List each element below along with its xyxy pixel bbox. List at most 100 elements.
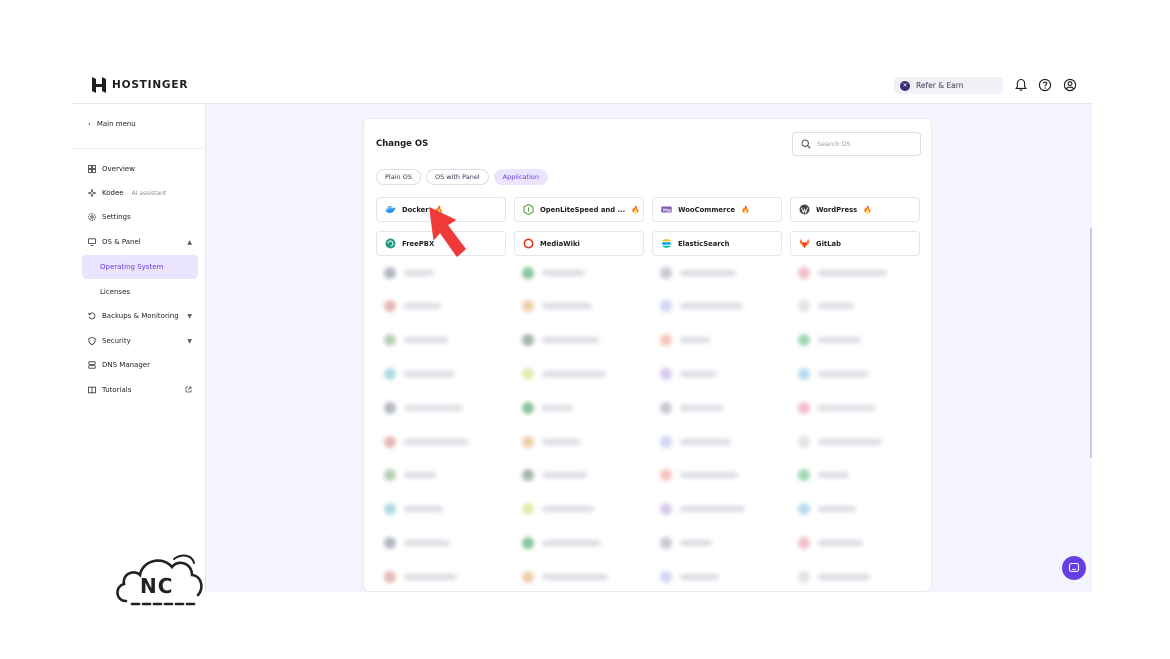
sidebar-item-label: Operating System — [100, 263, 164, 271]
blurred-app-card — [652, 328, 782, 353]
change-os-panel: Change OS Plain OS OS with Panel Applica… — [363, 118, 932, 592]
sidebar: ‹ Main menu Overview Kodee AI assistant … — [72, 104, 206, 592]
main-menu-back-button[interactable]: ‹ Main menu — [88, 120, 136, 128]
blurred-app-card — [376, 395, 506, 420]
sparkle-icon — [88, 189, 96, 197]
blurred-app-label — [404, 438, 469, 445]
blurred-app-card — [652, 497, 782, 522]
blurred-app-card — [652, 463, 782, 488]
woocommerce-icon — [661, 206, 672, 213]
sidebar-item-os-panel[interactable]: OS & Panel ▲ — [82, 230, 198, 254]
blurred-app-icon — [384, 536, 396, 549]
app-card-gitlab[interactable]: GitLab — [790, 231, 920, 256]
app-card-wordpress[interactable]: WordPress 🔥 — [790, 197, 920, 222]
search-box[interactable] — [792, 132, 921, 156]
freepbx-icon — [385, 238, 396, 249]
app-card-openlitespeed[interactable]: OpenLiteSpeed and ... 🔥 — [514, 197, 644, 222]
search-input[interactable] — [817, 140, 907, 148]
app-card-elasticsearch[interactable]: ElasticSearch — [652, 231, 782, 256]
sidebar-item-settings[interactable]: Settings — [82, 205, 198, 229]
blurred-app-icon — [660, 503, 672, 516]
docker-icon — [385, 206, 396, 213]
chevron-up-icon: ▲ — [187, 239, 192, 246]
bell-icon[interactable] — [1014, 78, 1028, 92]
sidebar-item-security[interactable]: Security ▼ — [82, 329, 198, 353]
blurred-app-icon — [522, 367, 534, 380]
blurred-app-label — [542, 438, 580, 445]
app-card-mediawiki[interactable]: MediaWiki — [514, 231, 644, 256]
sidebar-item-overview[interactable]: Overview — [82, 157, 198, 181]
grid-icon — [88, 165, 96, 173]
blurred-app-icon — [660, 367, 672, 380]
sidebar-item-operating-system[interactable]: Operating System — [82, 255, 198, 279]
blurred-app-label — [818, 472, 849, 479]
blurred-app-list — [376, 260, 921, 591]
blurred-app-label — [404, 539, 450, 546]
account-icon[interactable] — [1063, 78, 1077, 92]
blurred-app-card — [790, 463, 920, 488]
blurred-app-card — [790, 530, 920, 555]
blurred-app-card — [376, 429, 506, 454]
blurred-app-label — [542, 337, 599, 344]
blurred-app-icon — [384, 469, 396, 482]
blurred-app-icon — [522, 300, 534, 313]
blurred-app-label — [818, 303, 854, 310]
tab-plain-os[interactable]: Plain OS — [376, 169, 421, 185]
blurred-app-card — [376, 361, 506, 386]
blurred-app-icon — [384, 300, 396, 313]
tab-os-with-panel[interactable]: OS with Panel — [425, 169, 489, 185]
os-category-tabs: Plain OS OS with Panel Application — [376, 169, 548, 185]
blurred-app-card — [514, 361, 644, 386]
blurred-app-label — [680, 370, 717, 377]
sidebar-item-label: Backups & Monitoring — [102, 312, 179, 320]
mediawiki-icon — [523, 238, 534, 249]
blurred-app-label — [818, 438, 882, 445]
tab-application[interactable]: Application — [493, 169, 548, 185]
sidebar-item-backups-monitoring[interactable]: Backups & Monitoring ▼ — [82, 304, 198, 328]
brand-name: HOSTINGER — [112, 79, 189, 91]
blurred-app-card — [652, 530, 782, 555]
blurred-app-label — [542, 269, 585, 276]
blurred-app-icon — [522, 266, 534, 279]
blurred-app-icon — [660, 334, 672, 347]
blurred-app-card — [790, 294, 920, 319]
blurred-app-icon — [798, 401, 810, 414]
top-bar: HOSTINGER ✕ Refer & Earn — [72, 66, 1092, 104]
sidebar-item-tutorials[interactable]: Tutorials — [82, 378, 198, 402]
blurred-app-label — [404, 404, 462, 411]
blurred-app-label — [680, 404, 724, 411]
page-scrollbar[interactable] — [1090, 228, 1092, 458]
blurred-app-icon — [798, 266, 810, 279]
app-window: HOSTINGER ✕ Refer & Earn ‹ Main menu Ove… — [72, 66, 1092, 592]
refer-earn-button[interactable]: ✕ Refer & Earn — [894, 77, 1003, 94]
blurred-app-icon — [798, 536, 810, 549]
hostinger-logo[interactable]: HOSTINGER — [92, 77, 188, 93]
flame-icon: 🔥 — [631, 205, 640, 214]
hostinger-logo-icon — [92, 77, 106, 93]
app-card-label: GitLab — [816, 239, 841, 248]
blurred-app-card — [652, 429, 782, 454]
wordpress-icon — [799, 204, 810, 215]
blurred-app-icon — [384, 401, 396, 414]
blurred-app-label — [680, 303, 743, 310]
blurred-app-card — [790, 361, 920, 386]
app-card-woocommerce[interactable]: WooCommerce 🔥 — [652, 197, 782, 222]
gitlab-icon — [799, 238, 810, 248]
sidebar-item-dns-manager[interactable]: DNS Manager — [82, 353, 198, 377]
shield-icon — [88, 337, 96, 345]
blurred-app-icon — [384, 266, 396, 279]
red-arrow-annotation — [429, 207, 466, 257]
blurred-app-label — [818, 573, 870, 580]
sidebar-item-label: Security — [102, 337, 131, 345]
page-title: Change OS — [376, 139, 429, 149]
sidebar-item-kodee[interactable]: Kodee AI assistant — [82, 181, 198, 205]
blurred-app-card — [376, 328, 506, 353]
blurred-app-label — [542, 404, 573, 411]
sidebar-item-label: Licenses — [100, 288, 131, 296]
refer-earn-label: Refer & Earn — [916, 81, 964, 90]
help-icon[interactable] — [1038, 78, 1052, 92]
blurred-app-label — [680, 337, 710, 344]
sidebar-item-licenses[interactable]: Licenses — [82, 280, 198, 304]
chat-support-button[interactable] — [1062, 556, 1086, 580]
blurred-app-icon — [660, 300, 672, 313]
